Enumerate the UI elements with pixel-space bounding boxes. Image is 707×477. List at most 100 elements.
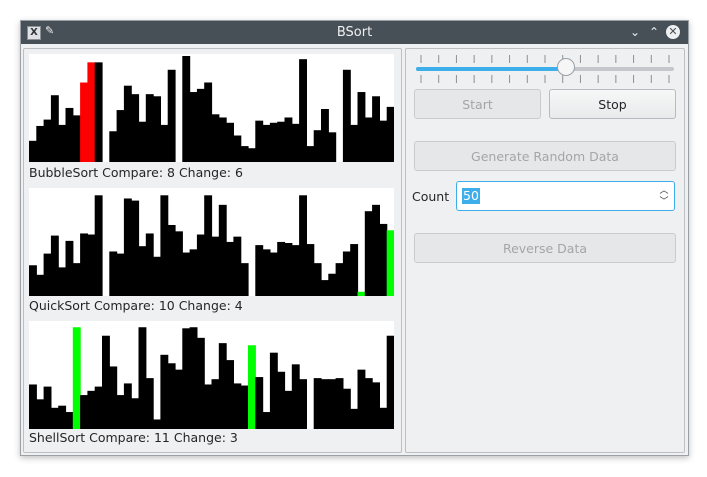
bar — [218, 343, 227, 429]
bar — [80, 395, 88, 429]
bar — [50, 407, 59, 429]
bar — [123, 85, 132, 162]
bar — [357, 92, 366, 162]
bar — [145, 378, 154, 429]
bar — [277, 241, 286, 296]
bar — [94, 62, 103, 162]
bar — [255, 120, 264, 162]
bar — [123, 383, 132, 429]
bar — [379, 120, 388, 162]
count-value[interactable]: 50 — [462, 188, 480, 204]
bar — [65, 107, 74, 162]
bar — [72, 115, 81, 162]
bar — [116, 110, 125, 162]
bar — [58, 267, 67, 296]
bar — [102, 335, 110, 429]
bar — [196, 337, 205, 429]
bar — [131, 200, 140, 296]
bar — [379, 223, 388, 296]
bar — [321, 280, 329, 296]
bar — [189, 249, 198, 296]
bar — [175, 231, 183, 296]
bar — [138, 246, 147, 296]
bar — [321, 379, 329, 429]
bsort-window: X ✎ BSort ⌄ ⌃ ✕ BubbleSort Compare: 8 Ch… — [20, 20, 689, 456]
bar — [342, 69, 351, 162]
slider-handle[interactable] — [556, 58, 575, 76]
bar — [364, 117, 373, 162]
bar — [94, 195, 103, 296]
bar — [262, 124, 271, 162]
bar — [328, 273, 337, 296]
bar — [50, 95, 59, 162]
bar — [218, 117, 227, 162]
bar — [313, 378, 322, 429]
bar — [386, 106, 394, 162]
minimize-button[interactable]: ⌄ — [626, 23, 644, 41]
bar — [372, 96, 380, 162]
bar — [50, 235, 59, 296]
bar — [262, 249, 271, 296]
bar — [204, 384, 213, 429]
bar — [240, 385, 249, 429]
bar — [160, 124, 169, 162]
reverse-data-button[interactable]: Reverse Data — [414, 233, 676, 263]
bar — [182, 252, 191, 296]
bar — [58, 405, 67, 429]
control-panel: Start Stop Generate Random Data Count 50… — [405, 48, 685, 453]
bar — [109, 366, 118, 429]
bar — [29, 265, 37, 296]
bar — [313, 263, 322, 296]
start-button[interactable]: Start — [414, 89, 541, 119]
bar — [255, 377, 264, 429]
maximize-button[interactable]: ⌃ — [645, 23, 663, 41]
bar — [29, 384, 37, 429]
visualization-panel: BubbleSort Compare: 8 Change: 6 QuickSor… — [23, 48, 402, 453]
bar — [306, 244, 315, 296]
bar — [291, 364, 300, 429]
bar — [43, 253, 52, 296]
bar — [233, 236, 242, 296]
stop-button[interactable]: Stop — [549, 89, 676, 119]
bar — [211, 236, 220, 296]
bar — [255, 245, 264, 296]
quicksort-label: QuickSort Compare: 10 Change: 4 — [29, 298, 243, 313]
bar — [80, 82, 88, 162]
bar — [299, 59, 307, 162]
bar — [204, 82, 213, 162]
bar — [29, 140, 37, 162]
bar — [153, 96, 161, 162]
bar — [160, 354, 169, 429]
bar — [321, 109, 329, 162]
bar — [109, 251, 118, 296]
bar — [233, 383, 242, 429]
bar — [357, 291, 366, 296]
bar — [364, 378, 373, 429]
bar — [248, 345, 256, 429]
bar — [175, 369, 183, 429]
bar — [226, 360, 234, 429]
spin-down-icon[interactable]: ﹀ — [658, 196, 670, 208]
slider-fill — [416, 67, 566, 71]
count-label: Count — [412, 189, 450, 204]
speed-slider[interactable] — [416, 58, 674, 76]
count-spinbox[interactable]: 50 ︿ ﹀ — [456, 181, 675, 211]
bar — [248, 148, 256, 162]
bar — [196, 88, 205, 162]
bar — [153, 256, 161, 296]
bubblesort-chart — [29, 54, 394, 162]
close-button[interactable]: ✕ — [666, 25, 680, 39]
bar — [204, 195, 213, 296]
bar — [109, 131, 118, 162]
bar — [123, 198, 132, 296]
bar — [36, 125, 45, 162]
generate-random-data-button[interactable]: Generate Random Data — [414, 141, 676, 171]
bar — [350, 244, 359, 296]
bar — [350, 124, 359, 162]
bar — [226, 122, 234, 162]
bar — [138, 327, 147, 429]
bar — [131, 94, 140, 162]
bar — [226, 241, 234, 296]
bar — [116, 253, 125, 296]
bar — [160, 195, 169, 296]
